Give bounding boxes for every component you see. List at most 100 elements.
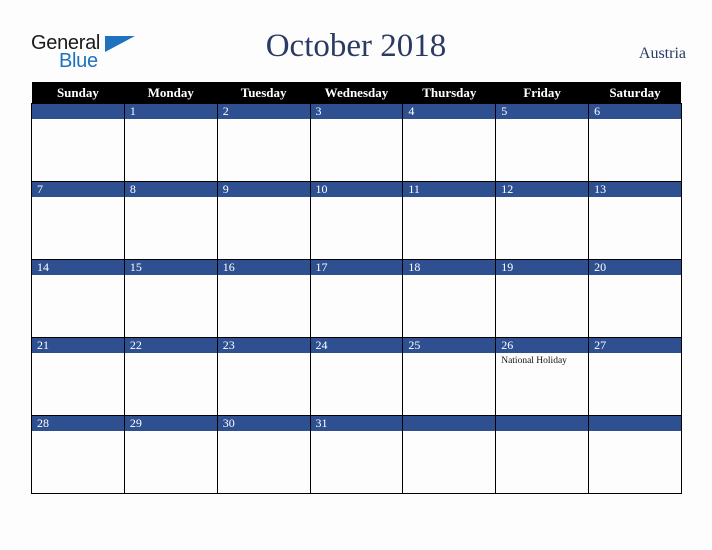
day-number: 26 <box>496 338 589 353</box>
day-number: 9 <box>217 182 310 197</box>
calendar-day-cell[interactable]: 4 <box>402 103 497 182</box>
day-cell-inner: 26 National Holiday <box>496 338 589 415</box>
calendar-day-cell[interactable]: 2 <box>216 103 311 182</box>
country-label: Austria <box>638 45 686 62</box>
calendar-day-cell[interactable]: 26 National Holiday <box>495 337 590 416</box>
day-cell-inner: 2 <box>217 104 310 181</box>
day-number: 4 <box>403 104 496 119</box>
calendar-day-cell[interactable]: 14 <box>31 259 125 338</box>
calendar-day-cell[interactable]: 31 <box>309 415 404 494</box>
calendar-day-cell[interactable]: 30 <box>216 415 311 494</box>
day-cell-inner: 7 <box>32 182 124 259</box>
calendar-week-row: 21 22 23 24 25 26 National Holiday 27 <box>31 337 682 416</box>
calendar-day-cell[interactable]: 27 <box>588 337 682 416</box>
calendar-empty-cell <box>495 415 590 494</box>
day-number: 1 <box>124 104 217 119</box>
day-cell-inner: 21 <box>32 338 124 415</box>
page-title: October 2018 <box>265 28 447 64</box>
day-cell-inner: 5 <box>496 104 589 181</box>
calendar-day-cell[interactable]: 17 <box>309 259 404 338</box>
day-number: 24 <box>310 338 403 353</box>
day-number: 10 <box>310 182 403 197</box>
calendar-day-cell[interactable]: 21 <box>31 337 125 416</box>
calendar-body: 1 2 3 4 5 6 7 8 9 10 11 12 13 14 15 16 17 18 19 20 21 22 23 24 2… <box>31 103 682 494</box>
day-cell-inner: 27 <box>589 338 681 415</box>
day-cell-inner: 19 <box>496 260 589 337</box>
calendar-empty-cell <box>402 415 497 494</box>
day-cell-inner: 23 <box>217 338 310 415</box>
holiday-label: National Holiday <box>501 356 567 366</box>
calendar-day-cell[interactable]: 18 <box>402 259 497 338</box>
calendar-week-row: 123456 <box>31 103 682 182</box>
calendar-day-cell[interactable]: 3 <box>309 103 404 182</box>
calendar-day-cell[interactable]: 7 <box>31 181 125 260</box>
calendar-week-row: 28 29 30 31 <box>31 415 682 494</box>
day-number: 19 <box>496 260 589 275</box>
calendar-day-cell[interactable]: 11 <box>402 181 497 260</box>
weekday-header-tuesday: Tuesday <box>217 82 311 104</box>
calendar-grid-container: Sunday Monday Tuesday Wednesday Thursday Frid… <box>31 82 682 494</box>
calendar-day-cell[interactable]: 15 <box>123 259 218 338</box>
weekday-header-sunday: Sunday <box>31 82 125 104</box>
day-cell-inner: 15 <box>124 260 217 337</box>
calendar-page: General Blue October 2018 Austria Sunday… <box>0 0 712 550</box>
day-number: 14 <box>32 260 124 275</box>
day-number: 25 <box>403 338 496 353</box>
page-header: General Blue October 2018 Austria <box>0 0 712 82</box>
day-cell-inner: 4 <box>403 104 496 181</box>
day-number: 27 <box>589 338 681 353</box>
calendar-day-cell[interactable]: 9 <box>216 181 311 260</box>
calendar-day-cell[interactable]: 10 <box>309 181 404 260</box>
day-cell-inner: 8 <box>124 182 217 259</box>
day-number: 8 <box>124 182 217 197</box>
calendar-day-cell[interactable]: 6 <box>588 103 682 182</box>
day-cell-inner: 29 <box>124 416 217 493</box>
day-number: 7 <box>32 182 124 197</box>
calendar-day-cell[interactable]: 13 <box>588 181 682 260</box>
day-cell-inner: 12 <box>496 182 589 259</box>
day-number: 6 <box>589 104 681 119</box>
calendar-day-cell[interactable]: 22 <box>123 337 218 416</box>
calendar-header-row: Sunday Monday Tuesday Wednesday Thursday Frid… <box>31 82 682 104</box>
day-cell-inner: 30 <box>217 416 310 493</box>
day-number: 22 <box>124 338 217 353</box>
calendar-day-cell[interactable]: 12 <box>495 181 590 260</box>
day-cell-inner: 16 <box>217 260 310 337</box>
day-events: National Holiday <box>496 353 588 367</box>
day-number: 11 <box>403 182 496 197</box>
day-number: 30 <box>217 416 310 431</box>
day-number <box>496 416 589 431</box>
day-number <box>403 416 496 431</box>
day-cell-inner: 10 <box>310 182 403 259</box>
day-number: 3 <box>310 104 403 119</box>
calendar-day-cell[interactable]: 23 <box>216 337 311 416</box>
day-cell-inner: 17 <box>310 260 403 337</box>
calendar-day-cell[interactable]: 19 <box>495 259 590 338</box>
day-cell-inner: 3 <box>310 104 403 181</box>
weekday-header-monday: Monday <box>124 82 218 104</box>
calendar-day-cell[interactable]: 25 <box>402 337 497 416</box>
calendar-day-cell[interactable]: 20 <box>588 259 682 338</box>
calendar-day-cell[interactable]: 1 <box>123 103 218 182</box>
day-number: 16 <box>217 260 310 275</box>
day-cell-inner: 1 <box>124 104 217 181</box>
day-number: 20 <box>589 260 681 275</box>
calendar-day-cell[interactable]: 29 <box>123 415 218 494</box>
day-number: 17 <box>310 260 403 275</box>
day-cell-inner: 25 <box>403 338 496 415</box>
day-cell-inner: 13 <box>589 182 681 259</box>
day-cell-inner: 22 <box>124 338 217 415</box>
calendar-day-cell[interactable]: 16 <box>216 259 311 338</box>
day-cell-inner <box>32 104 124 181</box>
calendar-table: Sunday Monday Tuesday Wednesday Thursday Frid… <box>31 82 682 494</box>
calendar-week-row: 7 8 9 10 11 12 13 <box>31 181 682 260</box>
calendar-day-cell[interactable]: 8 <box>123 181 218 260</box>
calendar-day-cell[interactable]: 24 <box>309 337 404 416</box>
calendar-day-cell[interactable]: 28 <box>31 415 125 494</box>
calendar-empty-cell <box>31 103 125 182</box>
day-number: 21 <box>32 338 124 353</box>
day-cell-inner: 28 <box>32 416 124 493</box>
calendar-day-cell[interactable]: 5 <box>495 103 590 182</box>
day-number: 15 <box>124 260 217 275</box>
day-number: 13 <box>589 182 681 197</box>
